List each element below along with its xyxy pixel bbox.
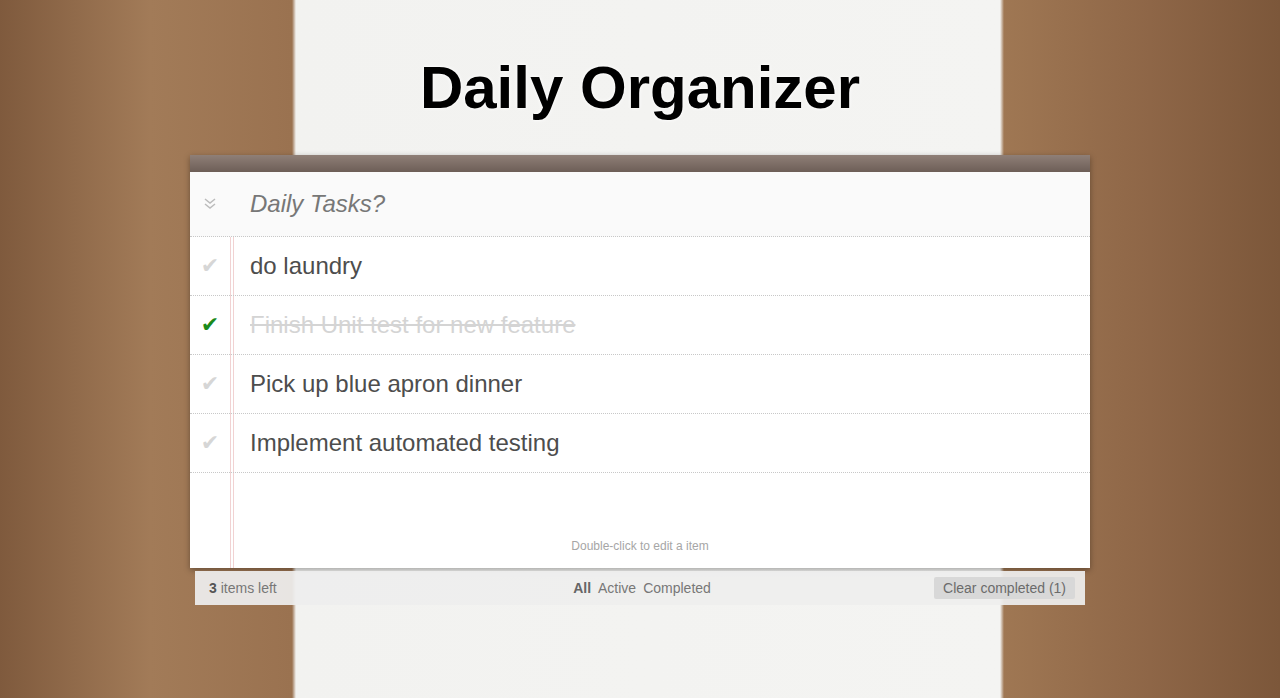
- toggle-cell: ✔: [190, 253, 230, 279]
- items-count: 3: [209, 580, 217, 596]
- todo-text[interactable]: Pick up blue apron dinner: [230, 370, 534, 398]
- chevron-down-icon[interactable]: [203, 197, 217, 211]
- filter-link[interactable]: All: [573, 580, 591, 596]
- items-left: 3 items left: [209, 580, 573, 596]
- app-title: Daily Organizer: [420, 53, 860, 155]
- toggle-cell: ✔: [190, 312, 230, 338]
- todo-list: Daily Tasks? ✔ do laundry ✔ Finish Unit test…: [190, 172, 1090, 568]
- todo-text[interactable]: do laundry: [230, 252, 374, 280]
- top-bar: [190, 155, 1090, 172]
- todo-item[interactable]: ✔ Finish Unit test for new feature: [190, 296, 1090, 355]
- items-label: items left: [221, 580, 277, 596]
- check-icon[interactable]: ✔: [201, 253, 219, 279]
- footer: 3 items leftAllActiveCompletedClear comp…: [195, 571, 1085, 605]
- todo-item[interactable]: ✔ do laundry: [190, 237, 1090, 296]
- new-todo-input[interactable]: Daily Tasks?: [230, 190, 397, 218]
- toggle-cell: ✔: [190, 371, 230, 397]
- toggle-all[interactable]: [190, 197, 230, 211]
- todo-text[interactable]: Implement automated testing: [230, 429, 572, 457]
- filter-link[interactable]: Active: [598, 580, 636, 596]
- todo-card: Daily Tasks? ✔ do laundry ✔ Finish Unit test…: [190, 155, 1090, 568]
- toggle-cell: ✔: [190, 430, 230, 456]
- new-todo-row: Daily Tasks?: [190, 172, 1090, 237]
- filter-link[interactable]: Completed: [643, 580, 711, 596]
- hint-area: Double-click to edit a item: [190, 473, 1090, 568]
- clear-wrap: Clear completed (1): [711, 577, 1075, 599]
- check-icon[interactable]: ✔: [201, 312, 219, 338]
- filters: All Active Completed: [573, 580, 711, 596]
- app-header: Daily Organizer: [0, 0, 1280, 155]
- todo-item[interactable]: ✔ Pick up blue apron dinner: [190, 355, 1090, 414]
- todo-text[interactable]: Finish Unit test for new feature: [230, 311, 587, 339]
- clear-completed-button[interactable]: Clear completed (1): [934, 577, 1075, 599]
- check-icon[interactable]: ✔: [201, 430, 219, 456]
- todo-item[interactable]: ✔ Implement automated testing: [190, 414, 1090, 473]
- edit-hint: Double-click to edit a item: [571, 539, 708, 553]
- check-icon[interactable]: ✔: [201, 371, 219, 397]
